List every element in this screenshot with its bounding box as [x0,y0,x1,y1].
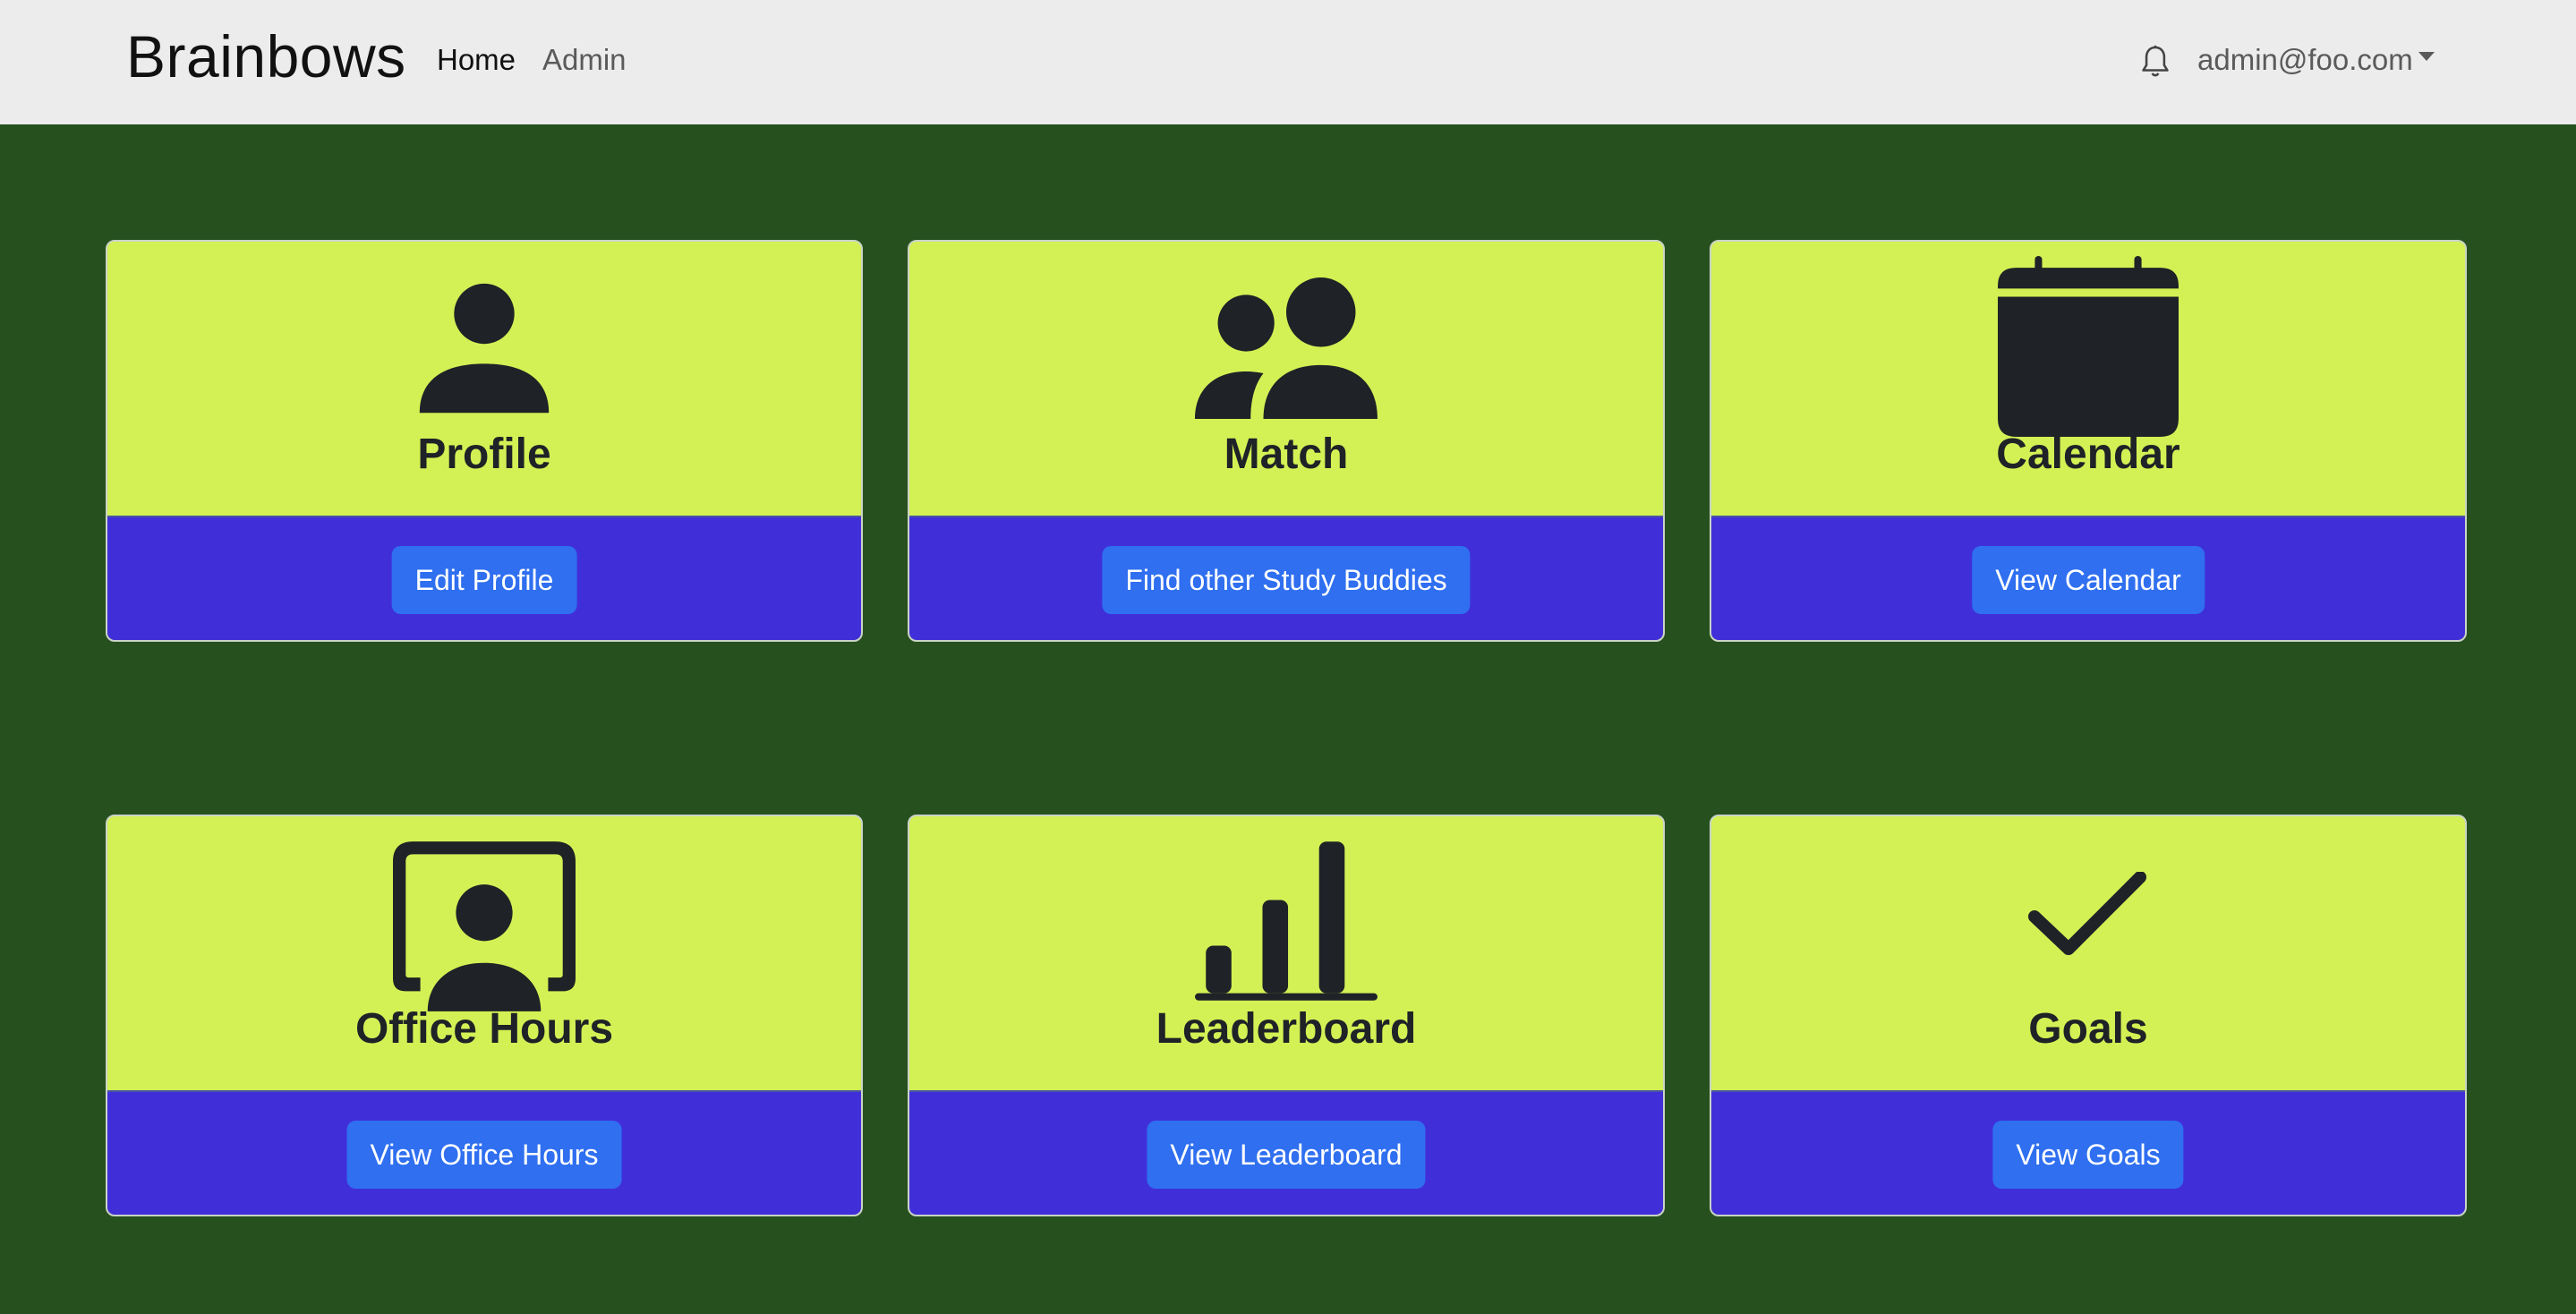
view-calendar-button[interactable]: View Calendar [1972,546,2205,614]
chevron-down-icon [2418,52,2435,62]
people-icon [1195,277,1378,419]
card-title: Goals [2028,1005,2148,1053]
card-goals: Goals View Goals [1710,815,2467,1216]
card-footer: View Leaderboard [909,1090,1663,1215]
card-title: Profile [417,431,551,478]
bar-chart-icon [1195,841,1378,1001]
view-leaderboard-button[interactable]: View Leaderboard [1147,1121,1426,1189]
card-header: Office Hours [107,816,861,1090]
edit-profile-button[interactable]: Edit Profile [391,546,577,614]
view-office-hours-button[interactable]: View Office Hours [346,1121,622,1189]
nav-link-home[interactable]: Home [437,41,516,79]
card-footer: Edit Profile [107,516,861,640]
card-footer: View Goals [1711,1090,2465,1215]
card-title: Match [1224,431,1349,478]
user-email: admin@foo.com [2197,43,2413,76]
find-study-buddies-button[interactable]: Find other Study Buddies [1102,546,1471,614]
card-match: Match Find other Study Buddies [908,240,1665,642]
brand-logo[interactable]: Brainbows [126,21,406,91]
card-footer: View Office Hours [107,1090,861,1215]
check-icon [2028,872,2146,955]
card-header: Goals [1711,816,2465,1090]
view-goals-button[interactable]: View Goals [1992,1121,2184,1189]
card-header: Profile [107,242,861,516]
bell-icon[interactable] [2140,45,2171,81]
card-header: Match [909,242,1663,516]
navbar: Brainbows Home Admin admin@foo.com [0,0,2576,124]
user-menu-dropdown[interactable]: admin@foo.com [2197,41,2435,79]
card-title: Office Hours [354,1005,614,1053]
nav-link-admin[interactable]: Admin [542,41,627,79]
card-office-hours: Office Hours View Office Hours [106,815,863,1216]
card-leaderboard: Leaderboard View Leaderboard [908,815,1665,1216]
person-icon [419,283,550,414]
person-video-icon [393,841,576,1011]
card-footer: View Calendar [1711,516,2465,640]
card-header: Calendar [1711,242,2465,516]
card-title: Calendar [1996,431,2180,478]
card-title: Leaderboard [1156,1005,1417,1053]
calendar-icon [1998,256,2179,437]
card-header: Leaderboard [909,816,1663,1090]
card-calendar: Calendar View Calendar [1710,240,2467,642]
card-footer: Find other Study Buddies [909,516,1663,640]
card-profile: Profile Edit Profile [106,240,863,642]
